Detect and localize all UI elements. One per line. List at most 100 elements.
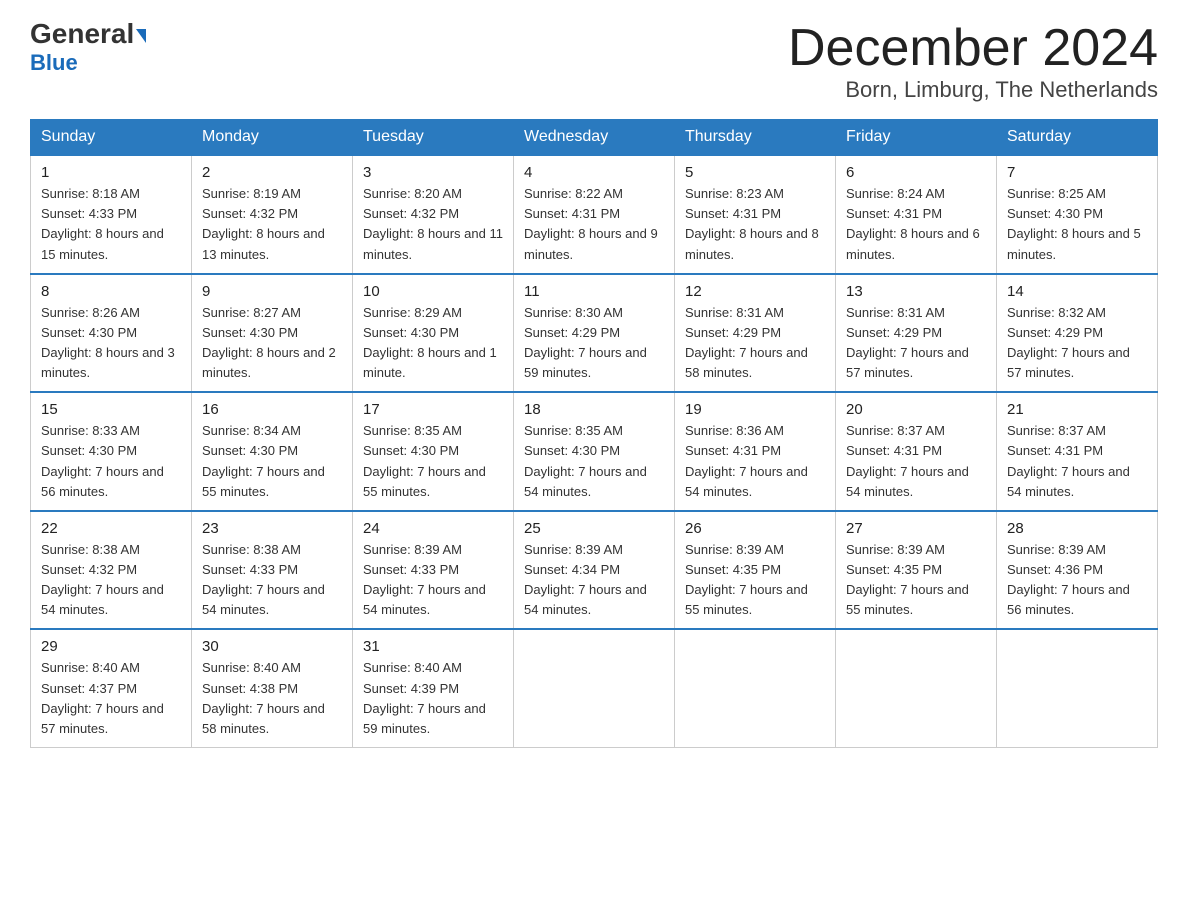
day-number: 14 bbox=[1007, 283, 1147, 300]
calendar-cell: 15 Sunrise: 8:33 AMSunset: 4:30 PMDaylig… bbox=[31, 392, 192, 511]
month-title: December 2024 bbox=[788, 20, 1158, 77]
day-number: 7 bbox=[1007, 164, 1147, 181]
location-title: Born, Limburg, The Netherlands bbox=[788, 77, 1158, 103]
day-info: Sunrise: 8:23 AMSunset: 4:31 PMDaylight:… bbox=[685, 184, 825, 265]
day-info: Sunrise: 8:19 AMSunset: 4:32 PMDaylight:… bbox=[202, 184, 342, 265]
day-info: Sunrise: 8:31 AMSunset: 4:29 PMDaylight:… bbox=[685, 303, 825, 384]
calendar-cell: 18 Sunrise: 8:35 AMSunset: 4:30 PMDaylig… bbox=[514, 392, 675, 511]
day-number: 27 bbox=[846, 520, 986, 537]
day-number: 25 bbox=[524, 520, 664, 537]
col-thursday: Thursday bbox=[675, 120, 836, 156]
day-info: Sunrise: 8:26 AMSunset: 4:30 PMDaylight:… bbox=[41, 303, 181, 384]
day-info: Sunrise: 8:32 AMSunset: 4:29 PMDaylight:… bbox=[1007, 303, 1147, 384]
col-saturday: Saturday bbox=[997, 120, 1158, 156]
day-info: Sunrise: 8:38 AMSunset: 4:33 PMDaylight:… bbox=[202, 540, 342, 621]
calendar-cell: 26 Sunrise: 8:39 AMSunset: 4:35 PMDaylig… bbox=[675, 511, 836, 630]
calendar-cell: 31 Sunrise: 8:40 AMSunset: 4:39 PMDaylig… bbox=[353, 629, 514, 747]
day-info: Sunrise: 8:18 AMSunset: 4:33 PMDaylight:… bbox=[41, 184, 181, 265]
day-number: 18 bbox=[524, 401, 664, 418]
week-row-3: 15 Sunrise: 8:33 AMSunset: 4:30 PMDaylig… bbox=[31, 392, 1158, 511]
day-info: Sunrise: 8:36 AMSunset: 4:31 PMDaylight:… bbox=[685, 421, 825, 502]
calendar-cell: 3 Sunrise: 8:20 AMSunset: 4:32 PMDayligh… bbox=[353, 155, 514, 274]
week-row-4: 22 Sunrise: 8:38 AMSunset: 4:32 PMDaylig… bbox=[31, 511, 1158, 630]
calendar-cell: 23 Sunrise: 8:38 AMSunset: 4:33 PMDaylig… bbox=[192, 511, 353, 630]
calendar-cell bbox=[675, 629, 836, 747]
day-number: 29 bbox=[41, 638, 181, 655]
calendar-cell bbox=[997, 629, 1158, 747]
page: General Blue December 2024 Born, Limburg… bbox=[0, 0, 1188, 778]
day-info: Sunrise: 8:35 AMSunset: 4:30 PMDaylight:… bbox=[363, 421, 503, 502]
day-info: Sunrise: 8:33 AMSunset: 4:30 PMDaylight:… bbox=[41, 421, 181, 502]
header: General Blue December 2024 Born, Limburg… bbox=[30, 20, 1158, 103]
day-number: 6 bbox=[846, 164, 986, 181]
header-row: Sunday Monday Tuesday Wednesday Thursday… bbox=[31, 120, 1158, 156]
calendar-cell: 30 Sunrise: 8:40 AMSunset: 4:38 PMDaylig… bbox=[192, 629, 353, 747]
calendar-cell: 6 Sunrise: 8:24 AMSunset: 4:31 PMDayligh… bbox=[836, 155, 997, 274]
day-info: Sunrise: 8:22 AMSunset: 4:31 PMDaylight:… bbox=[524, 184, 664, 265]
logo-triangle-icon bbox=[136, 29, 146, 43]
calendar-cell: 9 Sunrise: 8:27 AMSunset: 4:30 PMDayligh… bbox=[192, 274, 353, 393]
calendar-cell: 13 Sunrise: 8:31 AMSunset: 4:29 PMDaylig… bbox=[836, 274, 997, 393]
calendar-cell: 28 Sunrise: 8:39 AMSunset: 4:36 PMDaylig… bbox=[997, 511, 1158, 630]
logo-blue-text: Blue bbox=[30, 50, 78, 76]
day-info: Sunrise: 8:40 AMSunset: 4:37 PMDaylight:… bbox=[41, 658, 181, 739]
day-number: 15 bbox=[41, 401, 181, 418]
day-number: 4 bbox=[524, 164, 664, 181]
day-info: Sunrise: 8:35 AMSunset: 4:30 PMDaylight:… bbox=[524, 421, 664, 502]
day-number: 20 bbox=[846, 401, 986, 418]
day-number: 23 bbox=[202, 520, 342, 537]
day-number: 13 bbox=[846, 283, 986, 300]
day-info: Sunrise: 8:37 AMSunset: 4:31 PMDaylight:… bbox=[846, 421, 986, 502]
calendar-cell: 7 Sunrise: 8:25 AMSunset: 4:30 PMDayligh… bbox=[997, 155, 1158, 274]
day-info: Sunrise: 8:39 AMSunset: 4:36 PMDaylight:… bbox=[1007, 540, 1147, 621]
day-number: 16 bbox=[202, 401, 342, 418]
day-info: Sunrise: 8:24 AMSunset: 4:31 PMDaylight:… bbox=[846, 184, 986, 265]
calendar-cell: 1 Sunrise: 8:18 AMSunset: 4:33 PMDayligh… bbox=[31, 155, 192, 274]
calendar-cell: 12 Sunrise: 8:31 AMSunset: 4:29 PMDaylig… bbox=[675, 274, 836, 393]
calendar-cell bbox=[836, 629, 997, 747]
week-row-2: 8 Sunrise: 8:26 AMSunset: 4:30 PMDayligh… bbox=[31, 274, 1158, 393]
day-info: Sunrise: 8:40 AMSunset: 4:39 PMDaylight:… bbox=[363, 658, 503, 739]
day-info: Sunrise: 8:34 AMSunset: 4:30 PMDaylight:… bbox=[202, 421, 342, 502]
day-number: 26 bbox=[685, 520, 825, 537]
day-number: 11 bbox=[524, 283, 664, 300]
day-number: 22 bbox=[41, 520, 181, 537]
day-number: 10 bbox=[363, 283, 503, 300]
calendar-cell bbox=[514, 629, 675, 747]
calendar-cell: 29 Sunrise: 8:40 AMSunset: 4:37 PMDaylig… bbox=[31, 629, 192, 747]
day-number: 5 bbox=[685, 164, 825, 181]
day-number: 17 bbox=[363, 401, 503, 418]
day-info: Sunrise: 8:39 AMSunset: 4:35 PMDaylight:… bbox=[846, 540, 986, 621]
col-monday: Monday bbox=[192, 120, 353, 156]
day-number: 12 bbox=[685, 283, 825, 300]
calendar-cell: 5 Sunrise: 8:23 AMSunset: 4:31 PMDayligh… bbox=[675, 155, 836, 274]
day-info: Sunrise: 8:37 AMSunset: 4:31 PMDaylight:… bbox=[1007, 421, 1147, 502]
day-number: 28 bbox=[1007, 520, 1147, 537]
logo-general: General bbox=[30, 20, 146, 48]
day-number: 8 bbox=[41, 283, 181, 300]
day-info: Sunrise: 8:25 AMSunset: 4:30 PMDaylight:… bbox=[1007, 184, 1147, 265]
col-friday: Friday bbox=[836, 120, 997, 156]
day-info: Sunrise: 8:20 AMSunset: 4:32 PMDaylight:… bbox=[363, 184, 503, 265]
day-info: Sunrise: 8:39 AMSunset: 4:35 PMDaylight:… bbox=[685, 540, 825, 621]
week-row-1: 1 Sunrise: 8:18 AMSunset: 4:33 PMDayligh… bbox=[31, 155, 1158, 274]
calendar-cell: 25 Sunrise: 8:39 AMSunset: 4:34 PMDaylig… bbox=[514, 511, 675, 630]
day-number: 19 bbox=[685, 401, 825, 418]
day-number: 2 bbox=[202, 164, 342, 181]
day-info: Sunrise: 8:38 AMSunset: 4:32 PMDaylight:… bbox=[41, 540, 181, 621]
col-wednesday: Wednesday bbox=[514, 120, 675, 156]
title-area: December 2024 Born, Limburg, The Netherl… bbox=[788, 20, 1158, 103]
calendar-cell: 17 Sunrise: 8:35 AMSunset: 4:30 PMDaylig… bbox=[353, 392, 514, 511]
day-info: Sunrise: 8:27 AMSunset: 4:30 PMDaylight:… bbox=[202, 303, 342, 384]
day-info: Sunrise: 8:39 AMSunset: 4:34 PMDaylight:… bbox=[524, 540, 664, 621]
day-info: Sunrise: 8:31 AMSunset: 4:29 PMDaylight:… bbox=[846, 303, 986, 384]
day-number: 21 bbox=[1007, 401, 1147, 418]
day-number: 9 bbox=[202, 283, 342, 300]
logo: General Blue bbox=[30, 20, 146, 76]
day-number: 30 bbox=[202, 638, 342, 655]
day-info: Sunrise: 8:40 AMSunset: 4:38 PMDaylight:… bbox=[202, 658, 342, 739]
calendar-cell: 4 Sunrise: 8:22 AMSunset: 4:31 PMDayligh… bbox=[514, 155, 675, 274]
calendar-cell: 14 Sunrise: 8:32 AMSunset: 4:29 PMDaylig… bbox=[997, 274, 1158, 393]
day-info: Sunrise: 8:29 AMSunset: 4:30 PMDaylight:… bbox=[363, 303, 503, 384]
col-tuesday: Tuesday bbox=[353, 120, 514, 156]
